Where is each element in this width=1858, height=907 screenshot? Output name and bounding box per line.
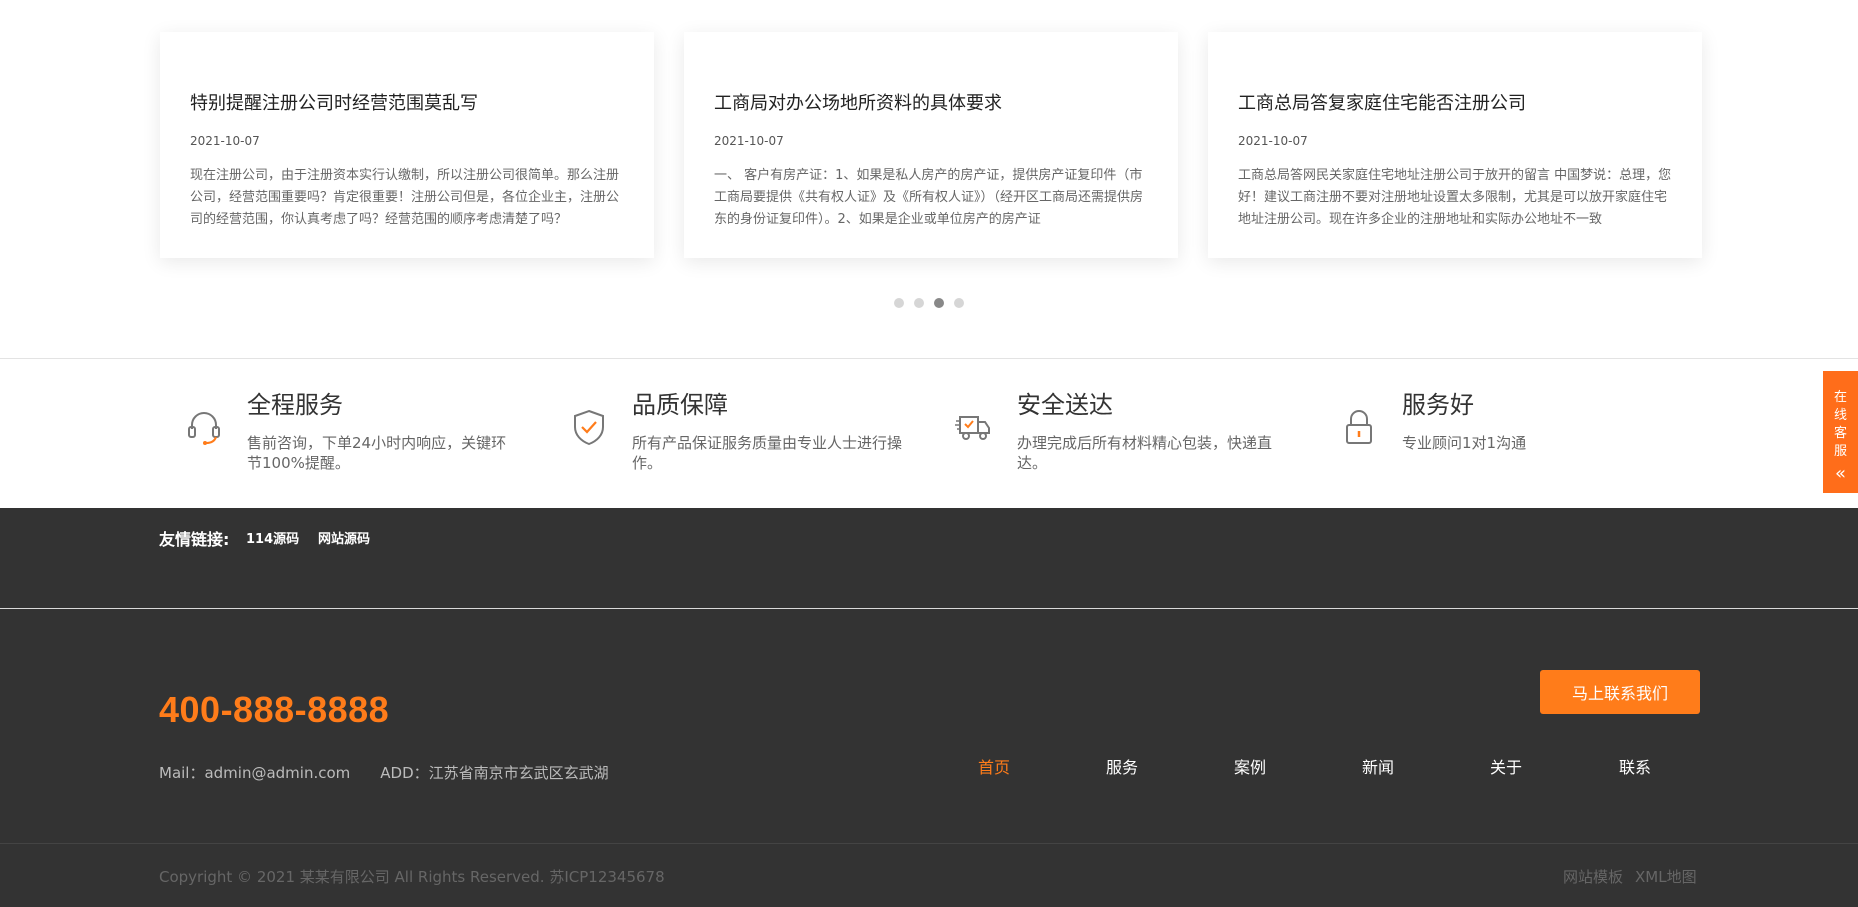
contact-us-button[interactable]: 马上联系我们	[1540, 670, 1700, 714]
double-chevron-left-icon: «	[1834, 463, 1846, 484]
news-card-date: 2021-10-07	[714, 134, 784, 148]
footer-nav-cases[interactable]: 案例	[1220, 754, 1280, 778]
news-card[interactable]: 特别提醒注册公司时经营范围莫乱写 2021-10-07 现在注册公司，由于注册资…	[160, 32, 654, 258]
online-service-label: 在线客服	[1833, 390, 1847, 459]
copyright: Copyright © 2021 某某有限公司 All Rights Reser…	[159, 868, 665, 886]
news-card-date: 2021-10-07	[190, 134, 260, 148]
footer-nav-home[interactable]: 首页	[964, 754, 1024, 778]
footer-nav-services[interactable]: 服务	[1092, 754, 1152, 778]
feature-good-service: 服务好 专业顾问1对1沟通	[1315, 389, 1675, 489]
footer-link-templates[interactable]: 网站模板	[1563, 866, 1623, 887]
news-card[interactable]: 工商局对办公场地所资料的具体要求 2021-10-07 一、 客户有房产证：1、…	[684, 32, 1178, 258]
friendly-links-label: 友情链接:	[159, 530, 230, 549]
footer-nav-news[interactable]: 新闻	[1348, 754, 1408, 778]
footer: 400-888-8888 Mail：admin@admin.com ADD：江苏省…	[0, 609, 1858, 907]
feature-desc: 办理完成后所有材料精心包装，快递直达。	[1017, 434, 1273, 472]
footer-phone: 400-888-8888	[159, 689, 390, 730]
feature-desc: 售前咨询，下单24小时内响应，关键环节100%提醒。	[247, 434, 507, 472]
footer-nav-contact[interactable]: 联系	[1605, 754, 1665, 778]
feature-title: 服务好	[1402, 391, 1474, 419]
headset-icon	[188, 412, 220, 445]
footer-mail: Mail：admin@admin.com	[159, 764, 351, 782]
carousel-dot-1[interactable]	[894, 298, 904, 308]
feature-title: 品质保障	[632, 391, 728, 419]
news-section: 特别提醒注册公司时经营范围莫乱写 2021-10-07 现在注册公司，由于注册资…	[0, 0, 1858, 358]
feature-title: 全程服务	[247, 391, 343, 419]
friendly-links: 友情链接: 114源码 网站源码	[0, 508, 1858, 609]
footer-nav-about[interactable]: 关于	[1476, 754, 1536, 778]
news-card-title[interactable]: 特别提醒注册公司时经营范围莫乱写	[190, 90, 624, 118]
carousel-pagination	[894, 298, 964, 308]
friendly-link-site-source[interactable]: 网站源码	[318, 528, 370, 547]
news-card-title[interactable]: 工商局对办公场地所资料的具体要求	[714, 90, 1148, 118]
news-card-excerpt: 一、 客户有房产证：1、如果是私人房产的房产证，提供房产证复印件（市工商局要提供…	[714, 168, 1144, 227]
feature-delivery: 安全送达 办理完成后所有材料精心包装，快递直达。	[930, 389, 1290, 489]
lock-icon	[1346, 410, 1372, 444]
footer-contact: Mail：admin@admin.com ADD：江苏省南京市玄武区玄武湖	[159, 762, 609, 783]
carousel-dot-3[interactable]	[934, 298, 944, 308]
carousel-dot-4[interactable]	[954, 298, 964, 308]
footer-link-xml-sitemap[interactable]: XML地图	[1635, 866, 1697, 887]
friendly-link-114[interactable]: 114源码	[246, 528, 299, 547]
online-service-tab[interactable]: 在线客服 «	[1823, 371, 1858, 493]
footer-divider	[0, 843, 1858, 844]
carousel-dot-2[interactable]	[914, 298, 924, 308]
feature-full-service: 全程服务 售前咨询，下单24小时内响应，关键环节100%提醒。	[160, 389, 520, 489]
news-card-excerpt: 工商总局答网民关家庭住宅地址注册公司于放开的留言 中国梦说：总理，您好！建议工商…	[1238, 168, 1672, 227]
feature-desc: 所有产品保证服务质量由专业人士进行操作。	[632, 434, 903, 472]
truck-icon	[955, 416, 990, 440]
feature-quality: 品质保障 所有产品保证服务质量由专业人士进行操作。	[545, 389, 905, 489]
feature-title: 安全送达	[1017, 391, 1113, 419]
news-card[interactable]: 工商总局答复家庭住宅能否注册公司 2021-10-07 工商总局答网民关家庭住宅…	[1208, 32, 1702, 258]
page: 特别提醒注册公司时经营范围莫乱写 2021-10-07 现在注册公司，由于注册资…	[0, 0, 1858, 907]
footer-address: ADD：江苏省南京市玄武区玄武湖	[380, 764, 609, 782]
news-card-title[interactable]: 工商总局答复家庭住宅能否注册公司	[1238, 90, 1672, 118]
features-section: 全程服务 售前咨询，下单24小时内响应，关键环节100%提醒。 品质保障 所有产…	[0, 358, 1858, 508]
feature-desc: 专业顾问1对1沟通	[1402, 434, 1527, 452]
shield-check-icon	[574, 409, 604, 446]
news-card-excerpt: 现在注册公司，由于注册资本实行认缴制，所以注册公司很简单。那么注册公司，经营范围…	[190, 168, 620, 227]
news-card-date: 2021-10-07	[1238, 134, 1308, 148]
